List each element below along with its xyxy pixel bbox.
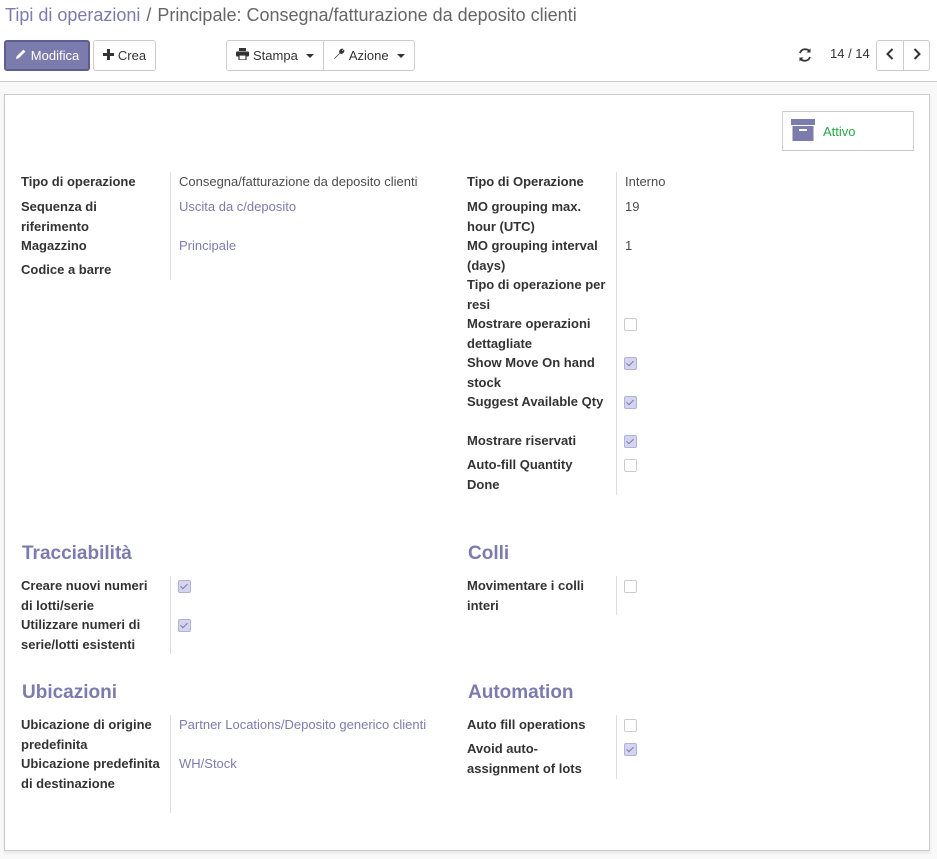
action-dropdown[interactable]: Azione	[322, 41, 414, 70]
action-dropdown-label: Azione	[348, 48, 389, 63]
edit-button[interactable]: Modifica	[4, 40, 90, 71]
traceability-section-title: Tracciabilità	[22, 543, 132, 564]
archive-icon	[791, 118, 815, 144]
mo-grouping-interval-label: MO grouping interval (days)	[467, 238, 598, 273]
active-status-label: Attivo	[823, 123, 856, 139]
return-operation-type-label: Tipo di operazione per resi	[467, 277, 606, 312]
default-source-location-link[interactable]: Partner Locations/Deposito generico clie…	[179, 715, 426, 735]
use-existing-lots-checkbox[interactable]	[178, 619, 191, 632]
create-button-label: Crea	[117, 48, 147, 63]
caret-down-icon	[305, 53, 314, 58]
operation-type-internal-label: Tipo di Operazione	[467, 174, 584, 189]
pager-navigation	[876, 40, 930, 71]
print-dropdown[interactable]: Stampa	[227, 41, 323, 70]
pager-next-button[interactable]	[903, 41, 929, 70]
default-destination-location-label: Ubicazione predefinita di destinazione	[21, 756, 160, 791]
default-destination-location-link[interactable]: WH/Stock	[179, 754, 237, 774]
sequence-label: Sequenza di riferimento	[21, 199, 97, 234]
auto-fill-quantity-checkbox[interactable]	[624, 459, 637, 472]
automation-group: Auto fill operations Avoid auto-assignme…	[467, 715, 907, 781]
active-toggle-button[interactable]: Attivo	[782, 111, 914, 151]
action-button-group: Stampa Azione	[226, 40, 415, 71]
traceability-group: Creare nuovi numeri di lotti/serie Utili…	[21, 576, 431, 656]
auto-fill-operations-checkbox[interactable]	[624, 719, 637, 732]
refresh-icon[interactable]	[796, 46, 814, 64]
pager-previous-button[interactable]	[877, 41, 903, 70]
operation-type-internal-value: Interno	[625, 174, 666, 189]
suggest-available-qty-checkbox[interactable]	[624, 396, 637, 409]
show-detailed-operations-label: Mostrare operazioni dettagliate	[467, 316, 591, 351]
create-new-lots-label: Creare nuovi numeri di lotti/serie	[21, 578, 148, 613]
avoid-auto-assignment-label: Avoid auto-assignment of lots	[467, 741, 582, 776]
mo-grouping-interval-value: 1	[625, 238, 633, 253]
move-entire-packages-label: Movimentare i colli interi	[467, 578, 585, 613]
packages-section-title: Colli	[468, 543, 510, 564]
group-divider	[170, 576, 171, 654]
mo-grouping-max-hour-value: 19	[625, 199, 640, 214]
breadcrumb-separator: /	[146, 5, 152, 25]
warehouse-label: Magazzino	[21, 238, 87, 253]
packages-group: Movimentare i colli interi	[467, 576, 907, 617]
group-divider	[616, 172, 617, 495]
chevron-right-icon	[913, 48, 921, 63]
show-detailed-operations-checkbox[interactable]	[624, 318, 637, 331]
mo-grouping-max-hour-label: MO grouping max. hour (UTC)	[467, 199, 582, 234]
locations-section-title: Ubicazioni	[22, 682, 118, 703]
plus-icon	[102, 48, 114, 63]
edit-button-label: Modifica	[30, 48, 80, 63]
breadcrumb-parent-link[interactable]: Tipi di operazioni	[5, 5, 140, 25]
auto-fill-quantity-label: Auto-fill Quantity Done	[467, 457, 573, 492]
avoid-auto-assignment-checkbox[interactable]	[624, 743, 637, 756]
print-dropdown-label: Stampa	[253, 48, 298, 63]
sequence-link[interactable]: Uscita da c/deposito	[179, 197, 296, 217]
show-move-on-hand-label: Show Move On hand stock	[467, 355, 595, 390]
default-source-location-label: Ubicazione di origine predefinita	[21, 717, 152, 752]
printer-icon	[236, 48, 249, 63]
barcode-label: Codice a barre	[21, 262, 112, 277]
locations-group: Ubicazione di origine predefinita Partne…	[21, 715, 441, 815]
group-divider	[170, 715, 171, 813]
use-existing-lots-label: Utilizzare numeri di serie/lotti esisten…	[21, 617, 141, 652]
move-entire-packages-checkbox[interactable]	[624, 580, 637, 593]
pager-value[interactable]: 14 / 14	[830, 46, 870, 61]
wrench-icon	[333, 48, 345, 63]
group-divider	[616, 715, 617, 779]
operation-type-label: Tipo di operazione	[21, 174, 136, 189]
show-reserved-label: Mostrare riservati	[467, 433, 577, 448]
suggest-available-qty-label: Suggest Available Qty	[467, 394, 604, 409]
warehouse-link[interactable]: Principale	[179, 236, 236, 256]
chevron-left-icon	[886, 48, 894, 63]
main-left-group: Tipo di operazione Consegna/fatturazione…	[21, 172, 431, 282]
operation-type-value: Consegna/fatturazione da deposito client…	[179, 174, 418, 189]
show-move-on-hand-checkbox[interactable]	[624, 357, 637, 370]
pencil-icon	[15, 48, 27, 63]
show-reserved-checkbox[interactable]	[624, 435, 637, 448]
automation-section-title: Automation	[468, 682, 574, 703]
breadcrumb-current: Principale: Consegna/fatturazione da dep…	[157, 5, 577, 25]
group-divider	[616, 576, 617, 615]
group-divider	[170, 172, 171, 280]
create-button[interactable]: Crea	[93, 40, 156, 71]
create-new-lots-checkbox[interactable]	[178, 580, 191, 593]
caret-down-icon	[396, 53, 405, 58]
auto-fill-operations-label: Auto fill operations	[467, 717, 586, 732]
breadcrumb: Tipi di operazioni / Principale: Consegna/…	[5, 5, 577, 26]
main-right-group: Tipo di Operazione Interno MO grouping m…	[467, 172, 907, 497]
